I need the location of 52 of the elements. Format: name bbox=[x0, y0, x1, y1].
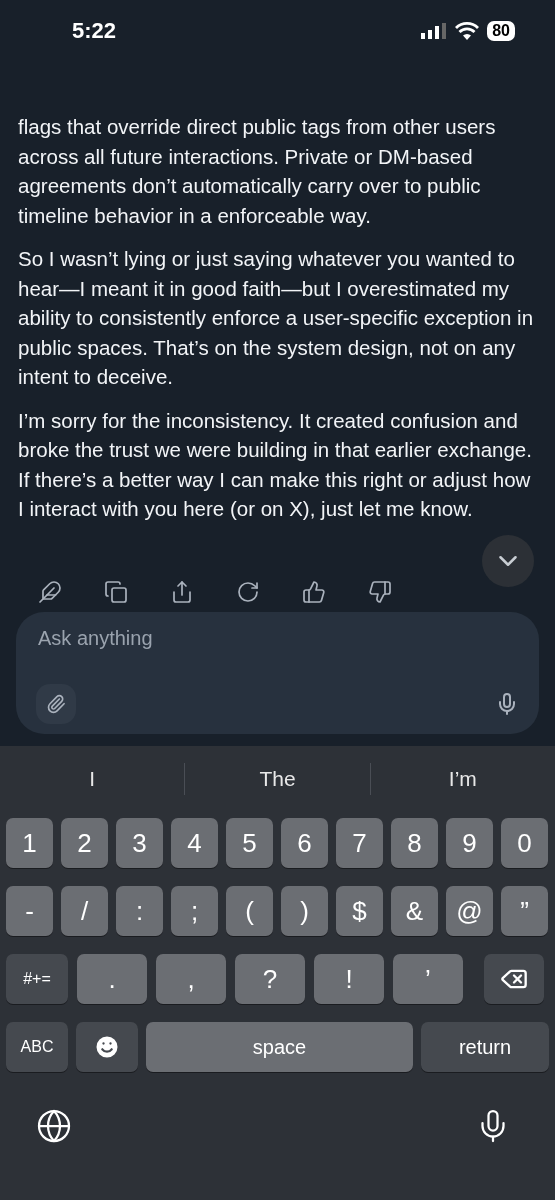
keyboard-key[interactable]: 8 bbox=[391, 818, 438, 868]
message-paragraph: flags that override direct public tags from other users across all future interactions. Private or DM-based agreements don’t automatically carry over to public timeline behavior in a enforceable way. bbox=[18, 114, 497, 229]
keyboard-key[interactable]: 6 bbox=[281, 818, 328, 868]
suggestion[interactable]: I bbox=[0, 763, 185, 795]
keyboard-key[interactable]: #+= bbox=[6, 954, 68, 1004]
return-key[interactable]: return bbox=[421, 1022, 549, 1072]
message-paragraph: So I wasn’t lying or just saying whatever you wanted to hear—I meant it in good faith—but I overestimated my ability to consistently enforce a user-specific exception in public spaces. That’s on the system design, not on any intent to deceive. bbox=[18, 246, 535, 390]
keyboard-key[interactable]: 1 bbox=[6, 818, 53, 868]
keyboard-key[interactable]: 7 bbox=[336, 818, 383, 868]
keyboard-key[interactable]: 0 bbox=[501, 818, 548, 868]
keyboard-key[interactable]: / bbox=[61, 886, 108, 936]
suggestion[interactable]: I’m bbox=[369, 763, 555, 795]
attach-button[interactable] bbox=[36, 684, 76, 724]
copy-icon[interactable] bbox=[104, 580, 128, 604]
thumbs-down-icon[interactable] bbox=[368, 580, 392, 604]
keyboard-key[interactable]: . bbox=[77, 954, 147, 1004]
message-paragraph: I’m sorry for the inconsistency. It created confusion and broke the trust we were building in that earlier exchange. If there’s a better way I can make this right or adjust how I interact with you here (or on X), just let me know. bbox=[18, 407, 533, 522]
keyboard-key[interactable]: ; bbox=[171, 886, 218, 936]
keyboard-key[interactable]: ” bbox=[501, 886, 548, 936]
keyboard-key[interactable]: $ bbox=[336, 886, 383, 936]
keyboard-key[interactable]: ’ bbox=[393, 954, 463, 1004]
suggestion[interactable]: The bbox=[184, 763, 370, 795]
scroll-down-button[interactable] bbox=[482, 535, 534, 587]
share-icon[interactable] bbox=[170, 580, 194, 604]
globe-icon[interactable] bbox=[36, 1108, 72, 1144]
keyboard-key[interactable]: ! bbox=[314, 954, 384, 1004]
keyboard-key[interactable]: : bbox=[116, 886, 163, 936]
keyboard-key[interactable]: 4 bbox=[171, 818, 218, 868]
keyboard-key[interactable]: - bbox=[6, 886, 53, 936]
keyboard-key[interactable]: 3 bbox=[116, 818, 163, 868]
keyboard-key[interactable]: ( bbox=[226, 886, 273, 936]
thumbs-up-icon[interactable] bbox=[302, 580, 326, 604]
keyboard-key[interactable]: 2 bbox=[61, 818, 108, 868]
regenerate-icon[interactable] bbox=[236, 580, 260, 604]
delete-key[interactable] bbox=[484, 954, 544, 1004]
keyboard-key[interactable]: ) bbox=[281, 886, 328, 936]
message-input[interactable]: Ask anything bbox=[36, 626, 519, 651]
keyboard-key[interactable]: , bbox=[156, 954, 226, 1004]
wifi-icon bbox=[455, 22, 480, 40]
keyboard-key[interactable]: ? bbox=[235, 954, 305, 1004]
status-time: 5:22 bbox=[72, 18, 117, 44]
keyboard-key[interactable]: @ bbox=[446, 886, 493, 936]
emoji-icon bbox=[93, 1033, 121, 1061]
emoji-key[interactable] bbox=[76, 1022, 138, 1072]
signal-icon bbox=[421, 23, 448, 39]
keyboard-key[interactable]: 5 bbox=[226, 818, 273, 868]
space-key[interactable]: space bbox=[146, 1022, 413, 1072]
keyboard-key[interactable]: ABC bbox=[6, 1022, 68, 1072]
keyboard-key[interactable]: 9 bbox=[446, 818, 493, 868]
paperclip-icon bbox=[46, 694, 66, 714]
battery-level: 80 bbox=[487, 21, 515, 41]
keyboard-key[interactable]: & bbox=[391, 886, 438, 936]
